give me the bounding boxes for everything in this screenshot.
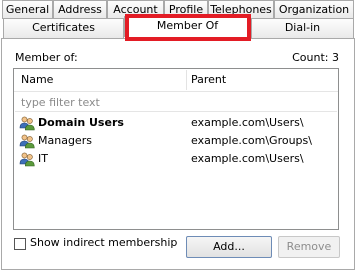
add-button[interactable]: Add... <box>186 236 272 258</box>
member-row[interactable]: Managers example.com\Groups\ <box>14 132 338 150</box>
member-name: Managers <box>38 134 92 147</box>
tab-member-of[interactable]: Member Of <box>124 16 251 37</box>
member-parent: example.com\Groups\ <box>191 134 312 147</box>
column-header-name[interactable]: Name <box>21 73 53 86</box>
filter-input[interactable] <box>21 93 333 111</box>
tab-certificates[interactable]: Certificates <box>3 18 124 39</box>
list-header: Name Parent <box>14 69 338 92</box>
group-users-icon <box>19 151 35 167</box>
column-separator[interactable] <box>186 70 187 90</box>
remove-button[interactable]: Remove <box>278 236 340 258</box>
member-row[interactable]: IT example.com\Users\ <box>14 150 338 168</box>
tab-general[interactable]: General <box>2 0 53 19</box>
tab-dial-in[interactable]: Dial-in <box>251 18 354 39</box>
member-parent: example.com\Users\ <box>191 116 304 129</box>
member-parent: example.com\Users\ <box>191 152 304 165</box>
show-indirect-label[interactable]: Show indirect membership <box>30 236 177 249</box>
group-users-icon <box>19 133 35 149</box>
member-row[interactable]: Domain Users example.com\Users\ <box>14 114 338 132</box>
filter-divider <box>15 111 337 112</box>
tab-address[interactable]: Address <box>53 0 107 19</box>
count-label: Count: 3 <box>292 51 339 64</box>
group-users-icon <box>19 115 35 131</box>
member-name: Domain Users <box>38 116 124 129</box>
member-name: IT <box>38 152 48 165</box>
tab-organization[interactable]: Organization <box>274 0 354 19</box>
show-indirect-checkbox[interactable] <box>14 238 26 250</box>
column-header-parent[interactable]: Parent <box>191 73 226 86</box>
member-of-label: Member of: <box>15 51 78 64</box>
membership-list[interactable]: Name Parent Domain Users example.com\User… <box>13 68 339 230</box>
